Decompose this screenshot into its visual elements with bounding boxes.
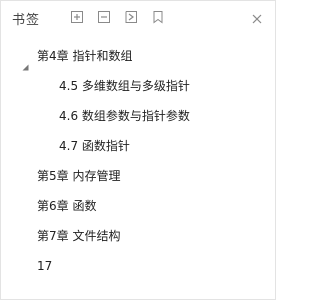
bookmark-item-4-7[interactable]: 4.7 函数指针 <box>59 131 130 161</box>
bookmark-label: 第4章 指针和数组 <box>37 49 133 63</box>
bookmark-label: 4.6 数组参数与指针参数 <box>59 109 190 123</box>
delete-bookmark-icon[interactable] <box>97 10 111 24</box>
bookmark-panel-header: 书签 <box>1 1 275 33</box>
bookmark-label: 4.7 函数指针 <box>59 139 130 153</box>
bookmark-item-17[interactable]: 17 <box>37 251 52 281</box>
close-icon[interactable] <box>251 10 263 24</box>
bookmark-label: 17 <box>37 259 53 273</box>
bookmark-label: 第7章 文件结构 <box>37 229 121 243</box>
bookmark-label: 第6章 函数 <box>37 199 97 213</box>
bookmark-item-chapter-5[interactable]: 第5章 内存管理 <box>37 161 120 191</box>
bookmark-panel: 书签 第4章 指针和数组 4.5 多维数组与多级指针 4.6 数组参数与指针参数… <box>0 0 276 300</box>
caret-down-icon[interactable] <box>22 52 29 71</box>
expand-bookmark-icon[interactable] <box>124 10 138 24</box>
bookmark-item-chapter-6[interactable]: 第6章 函数 <box>37 191 96 221</box>
bookmark-icon[interactable] <box>151 10 165 24</box>
bookmark-label: 4.5 多维数组与多级指针 <box>59 79 190 93</box>
panel-title: 书签 <box>12 13 41 28</box>
add-bookmark-icon[interactable] <box>70 10 84 24</box>
bookmark-label: 第5章 内存管理 <box>37 169 121 183</box>
bookmark-item-chapter-7[interactable]: 第7章 文件结构 <box>37 221 120 251</box>
bookmark-item-chapter-4[interactable]: 第4章 指针和数组 <box>1 41 275 71</box>
bookmark-item-4-6[interactable]: 4.6 数组参数与指针参数 <box>59 101 190 131</box>
bookmark-item-4-5[interactable]: 4.5 多维数组与多级指针 <box>59 71 190 101</box>
